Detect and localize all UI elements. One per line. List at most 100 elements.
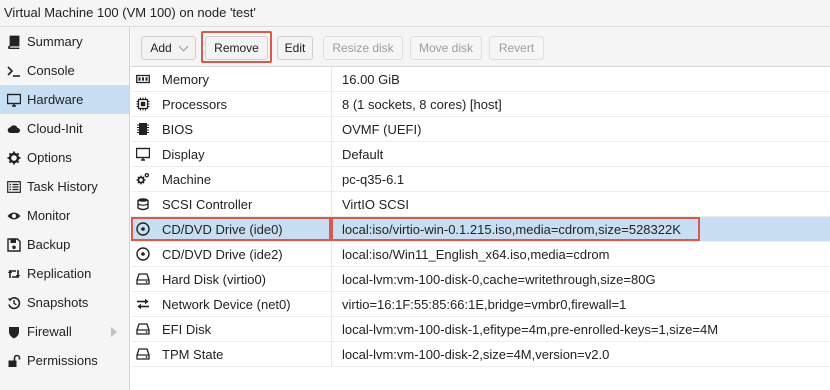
retweet-icon: [4, 264, 24, 284]
row-value: 8 (1 sockets, 8 cores) [host]: [342, 97, 502, 112]
table-row[interactable]: EFI Disk local-lvm:vm-100-disk-1,efitype…: [131, 317, 830, 342]
column-separator: [331, 142, 332, 167]
sidebar-item-label: Cloud-Init: [27, 121, 83, 136]
book-icon: [4, 32, 24, 52]
cdrom-icon: [135, 221, 151, 237]
table-row[interactable]: TPM State local-lvm:vm-100-disk-2,size=4…: [131, 342, 830, 367]
sidebar-item-label: Permissions: [27, 353, 98, 368]
sidebar-item-permissions[interactable]: Permissions: [0, 346, 129, 375]
sidebar-item-monitor[interactable]: Monitor: [0, 201, 129, 230]
sidebar-item-label: Snapshots: [27, 295, 89, 310]
sidebar-item-firewall[interactable]: Firewall: [0, 317, 129, 346]
sidebar-item-label: Firewall: [27, 324, 72, 339]
list-icon: [4, 177, 24, 197]
hardware-grid: Memory 16.00 GiB Processors 8 (1 sockets…: [131, 67, 830, 367]
cpu-icon: [135, 96, 151, 112]
gear-icon: [4, 148, 24, 168]
row-value: pc-q35-6.1: [342, 172, 405, 187]
sidebar-item-snapshots[interactable]: Snapshots: [0, 288, 129, 317]
database-icon: [135, 196, 151, 212]
sidebar-item-label: Backup: [27, 237, 71, 252]
row-name: Machine: [162, 172, 212, 187]
chevron-down-icon: [178, 41, 189, 51]
table-row[interactable]: Machine pc-q35-6.1: [131, 167, 830, 192]
sidebar-item-label: Task History: [27, 179, 98, 194]
sidebar-item-label: Summary: [27, 34, 83, 49]
submenu-arrow-icon[interactable]: [111, 327, 117, 337]
sidebar-item-label: Options: [27, 150, 72, 165]
add-button-label: Add: [150, 41, 172, 55]
sidebar-item-options[interactable]: Options: [0, 143, 129, 172]
add-button[interactable]: Add: [141, 36, 196, 60]
row-name: CD/DVD Drive (ide0): [162, 222, 283, 237]
column-separator: [331, 267, 332, 292]
cogs-icon: [135, 171, 151, 187]
table-row-selected[interactable]: CD/DVD Drive (ide0) local:iso/virtio-win…: [131, 217, 830, 242]
shield-icon: [4, 322, 24, 342]
sidebar-item-hardware[interactable]: Hardware: [0, 85, 129, 114]
row-name: Processors: [162, 97, 228, 112]
row-value: 16.00 GiB: [342, 72, 400, 87]
move-disk-button[interactable]: Move disk: [410, 36, 482, 60]
column-separator: [331, 67, 332, 92]
sidebar-item-backup[interactable]: Backup: [0, 230, 129, 259]
row-value: VirtIO SCSI: [342, 197, 409, 212]
table-row[interactable]: Memory 16.00 GiB: [131, 67, 830, 92]
row-name: TPM State: [162, 347, 224, 362]
row-value: local-lvm:vm-100-disk-1,efitype=4m,pre-e…: [342, 322, 719, 337]
table-row[interactable]: SCSI Controller VirtIO SCSI: [131, 192, 830, 217]
row-name: Hard Disk (virtio0): [162, 272, 267, 287]
sidebar-item-summary[interactable]: Summary: [0, 27, 129, 56]
hdd-icon: [135, 271, 151, 287]
table-row[interactable]: Network Device (net0) virtio=16:1F:55:85…: [131, 292, 830, 317]
column-separator: [331, 342, 332, 367]
hdd-icon: [135, 346, 151, 362]
sidebar-item-cloud-init[interactable]: Cloud-Init: [0, 114, 129, 143]
microchip-icon: [135, 121, 151, 137]
edit-button[interactable]: Edit: [277, 36, 313, 60]
exchange-icon: [135, 296, 151, 312]
sidebar-item-label: Hardware: [27, 92, 84, 107]
column-separator: [331, 117, 332, 142]
hardware-panel: Add Remove Edit Resize disk Move disk Re…: [131, 27, 830, 390]
desktop-icon: [4, 90, 24, 110]
remove-button-label: Remove: [214, 41, 259, 55]
sidebar-item-task-history[interactable]: Task History: [0, 172, 129, 201]
row-value: virtio=16:1F:55:85:66:1E,bridge=vmbr0,fi…: [342, 297, 627, 312]
column-separator: [331, 92, 332, 117]
column-separator: [331, 217, 332, 242]
row-name: EFI Disk: [162, 322, 212, 337]
row-value: local-lvm:vm-100-disk-0,cache=writethrou…: [342, 272, 656, 287]
revert-button-label: Revert: [498, 41, 535, 55]
resize-disk-button[interactable]: Resize disk: [323, 36, 403, 60]
row-value: Default: [342, 147, 384, 162]
eye-icon: [4, 206, 24, 226]
table-row[interactable]: Hard Disk (virtio0) local-lvm:vm-100-dis…: [131, 267, 830, 292]
desktop-icon: [135, 146, 151, 162]
row-name: Display: [162, 147, 205, 162]
terminal-icon: [4, 61, 24, 81]
table-row[interactable]: CD/DVD Drive (ide2) local:iso/Win11_Engl…: [131, 242, 830, 267]
sidebar-item-label: Replication: [27, 266, 92, 281]
remove-button[interactable]: Remove: [205, 36, 268, 60]
row-name: Network Device (net0): [162, 297, 291, 312]
sidebar-item-console[interactable]: Console: [0, 56, 129, 85]
sidebar-item-label: Console: [27, 63, 75, 78]
row-name: BIOS: [162, 122, 194, 137]
move-disk-button-label: Move disk: [418, 41, 474, 55]
row-name: SCSI Controller: [162, 197, 253, 212]
column-separator: [331, 167, 332, 192]
revert-button[interactable]: Revert: [489, 36, 544, 60]
table-row[interactable]: BIOS OVMF (UEFI): [131, 117, 830, 142]
edit-button-label: Edit: [284, 41, 306, 55]
row-value: OVMF (UEFI): [342, 122, 422, 137]
table-row[interactable]: Processors 8 (1 sockets, 8 cores) [host]: [131, 92, 830, 117]
memory-icon: [135, 71, 151, 87]
column-separator: [331, 192, 332, 217]
table-row[interactable]: Display Default: [131, 142, 830, 167]
resize-disk-button-label: Resize disk: [332, 41, 394, 55]
sidebar-item-replication[interactable]: Replication: [0, 259, 129, 288]
floppy-icon: [4, 235, 24, 255]
sidebar: Summary Console Hardware Cloud-Init Opti…: [0, 27, 130, 390]
column-separator: [331, 242, 332, 267]
